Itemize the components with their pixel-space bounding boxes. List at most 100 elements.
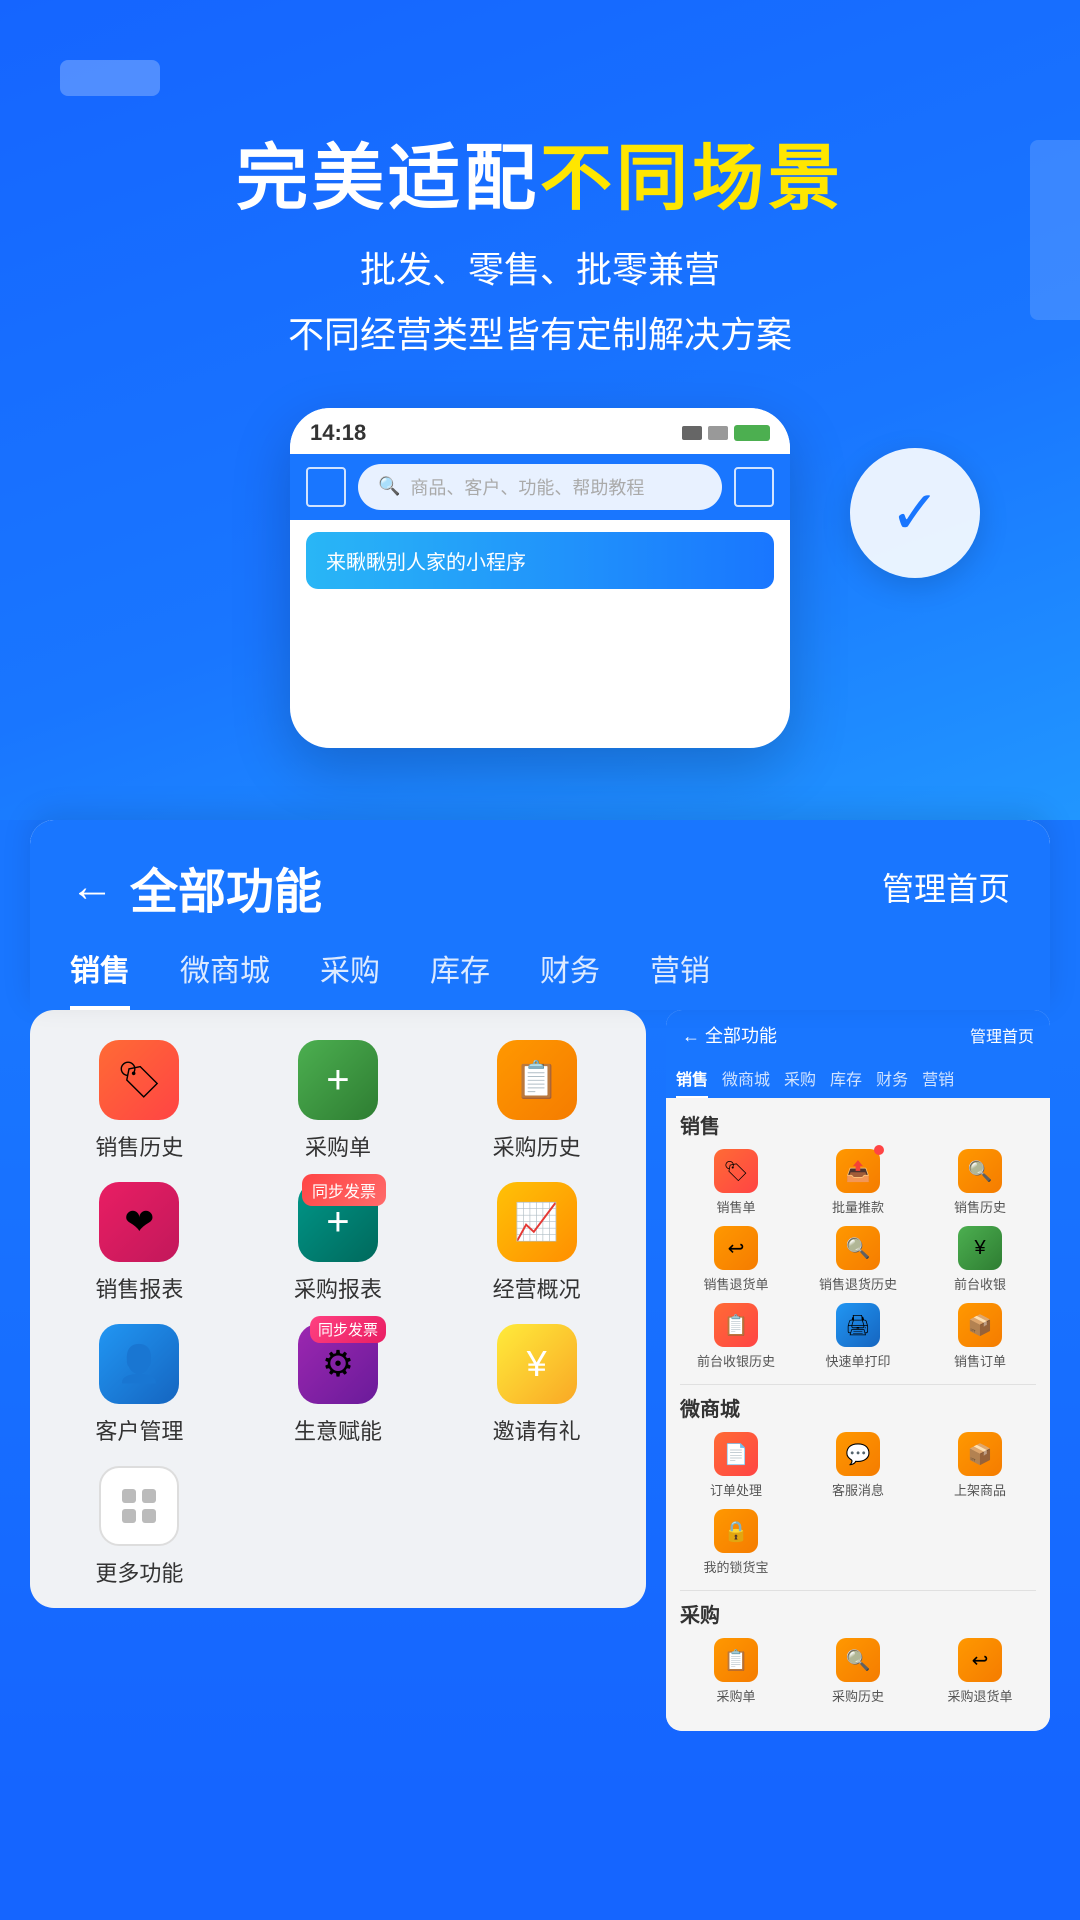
right-list-item[interactable]: 📋 采购单 xyxy=(680,1638,792,1705)
r-order-process-icon: 📄 xyxy=(714,1432,758,1476)
right-panel-header: ← 全部功能 管理首页 xyxy=(666,1010,1050,1060)
business-overview-icon: 📈 xyxy=(497,1182,577,1262)
right-list-item[interactable]: 📦 上架商品 xyxy=(924,1432,1036,1499)
sales-report-icon: ❤ xyxy=(99,1182,179,1262)
headline-sub-line2: 不同经营类型皆有定制解决方案 xyxy=(288,314,792,355)
search-icon: 🔍 xyxy=(378,476,400,497)
right-back-title[interactable]: ← 全部功能 xyxy=(682,1022,777,1048)
r-sales-return-icon: ↩ xyxy=(714,1226,758,1270)
right-tab-inventory[interactable]: 库存 xyxy=(830,1060,862,1098)
right-list-item[interactable]: 🔍 采购历史 xyxy=(802,1638,914,1705)
right-tab-sales[interactable]: 销售 xyxy=(676,1060,708,1098)
main-panel: ← 全部功能 管理首页 销售 微商城 采购 库存 财务 营销 xyxy=(0,820,1080,1010)
r-cashier-label: 前台收银 xyxy=(954,1274,1006,1293)
top-section: 完美适配不同场景 批发、零售、批零兼营 不同经营类型皆有定制解决方案 ✓ 14:… xyxy=(0,0,1080,820)
more-functions-label: 更多功能 xyxy=(95,1556,183,1588)
sales-history-icon: 🏷 xyxy=(99,1040,179,1120)
right-list-item[interactable]: 📋 前台收银历史 xyxy=(680,1303,792,1370)
check-circle: ✓ xyxy=(850,448,980,578)
panel-header: ← 全部功能 管理首页 xyxy=(30,820,1050,922)
right-tabs: 销售 微商城 采购 库存 财务 营销 xyxy=(666,1060,1050,1098)
purchase-history-label: 采购历史 xyxy=(493,1130,581,1162)
right-list-item[interactable]: ↩ 采购退货单 xyxy=(924,1638,1036,1705)
list-item[interactable]: ¥ 邀请有礼 xyxy=(447,1324,626,1446)
right-section-purchase-title: 采购 xyxy=(680,1599,1036,1628)
r-cashier-icon: ¥ xyxy=(958,1226,1002,1270)
list-item[interactable]: 📋 采购历史 xyxy=(447,1040,626,1162)
right-list-item[interactable]: 🖨 快速单打印 xyxy=(802,1303,914,1370)
right-list-item[interactable]: 🔒 我的锁货宝 xyxy=(680,1509,792,1576)
right-tab-finance[interactable]: 财务 xyxy=(876,1060,908,1098)
phone-signal-icon xyxy=(682,426,702,440)
r-purchase-hist-icon: 🔍 xyxy=(836,1638,880,1682)
deco-right xyxy=(1030,140,1080,320)
list-item[interactable]: ⚙ 同步发票 生意赋能 xyxy=(249,1324,428,1446)
r-list-goods-icon: 📦 xyxy=(958,1432,1002,1476)
back-arrow-icon[interactable]: ← xyxy=(70,862,114,912)
right-manage-label[interactable]: 管理首页 xyxy=(970,1023,1034,1047)
r-sales-order-label2: 销售订单 xyxy=(954,1351,1006,1370)
customer-mgmt-icon: 👤 xyxy=(99,1324,179,1404)
list-item[interactable]: 更多功能 xyxy=(50,1466,229,1588)
r-cashier-hist-label: 前台收银历史 xyxy=(697,1351,775,1370)
r-list-goods-label: 上架商品 xyxy=(954,1480,1006,1499)
tab-inventory[interactable]: 库存 xyxy=(430,946,490,1010)
list-item[interactable]: 👤 客户管理 xyxy=(50,1324,229,1446)
r-batch-push-icon: 📤 xyxy=(836,1149,880,1193)
business-enable-icon: ⚙ 同步发票 xyxy=(298,1324,378,1404)
business-enable-label: 生意赋能 xyxy=(294,1414,382,1446)
sales-history-label: 销售历史 xyxy=(95,1130,183,1162)
purchase-order-icon: + xyxy=(298,1040,378,1120)
right-list-item[interactable]: 🏷 销售单 xyxy=(680,1149,792,1216)
right-tab-marketing[interactable]: 营销 xyxy=(922,1060,954,1098)
right-list-item[interactable]: ¥ 前台收银 xyxy=(924,1226,1036,1293)
right-list-item[interactable]: 📦 销售订单 xyxy=(924,1303,1036,1370)
headline-yellow: 不同场景 xyxy=(540,139,844,219)
list-item[interactable]: 📈 经营概况 xyxy=(447,1182,626,1304)
right-list-item[interactable]: 📤 批量推款 xyxy=(802,1149,914,1216)
r-order-process-label: 订单处理 xyxy=(710,1480,762,1499)
right-content: 销售 🏷 销售单 📤 批量推款 🔍 销售历史 xyxy=(666,1098,1050,1731)
list-item[interactable]: + 采购单 xyxy=(249,1040,428,1162)
list-item[interactable]: 🏷 销售历史 xyxy=(50,1040,229,1162)
panel-manage-button[interactable]: 管理首页 xyxy=(882,864,1010,910)
tab-marketing[interactable]: 营销 xyxy=(650,946,710,1010)
right-section-sales-title: 销售 xyxy=(680,1110,1036,1139)
invite-gift-icon: ¥ xyxy=(497,1324,577,1404)
invite-gift-label: 邀请有礼 xyxy=(493,1414,581,1446)
right-list-item[interactable]: 💬 客服消息 xyxy=(802,1432,914,1499)
list-item[interactable]: ❤ 销售报表 xyxy=(50,1182,229,1304)
right-list-item[interactable]: 🔍 销售退货历史 xyxy=(802,1226,914,1293)
dot3 xyxy=(122,1509,136,1523)
phone-search-bar[interactable]: 🔍 商品、客户、功能、帮助教程 xyxy=(358,464,722,510)
right-list-item[interactable]: 🔍 销售历史 xyxy=(924,1149,1036,1216)
headline-sub-line1: 批发、零售、批零兼营 xyxy=(360,249,720,290)
phone-mockup: 14:18 🔍 商品、客户、功能、帮助教程 来瞅瞅别人家的小程序 xyxy=(290,408,790,748)
right-list-item[interactable]: ↩ 销售退货单 xyxy=(680,1226,792,1293)
r-purchase-hist-label: 采购历史 xyxy=(832,1686,884,1705)
tab-finance[interactable]: 财务 xyxy=(540,946,600,1010)
r-sales-history-icon: 🔍 xyxy=(958,1149,1002,1193)
panel-card: ← 全部功能 管理首页 销售 微商城 采购 库存 财务 营销 xyxy=(30,820,1050,1010)
tab-sales[interactable]: 销售 xyxy=(70,946,130,1010)
dot1 xyxy=(122,1489,136,1503)
right-tab-purchase[interactable]: 采购 xyxy=(784,1060,816,1098)
right-tab-wechat[interactable]: 微商城 xyxy=(722,1060,770,1098)
right-divider1 xyxy=(680,1384,1036,1385)
panel-title-group: ← 全部功能 xyxy=(70,852,322,922)
main-icon-grid: 🏷 销售历史 + 采购单 📋 采购历史 ❤ 销 xyxy=(50,1040,626,1588)
r-cashier-hist-icon: 📋 xyxy=(714,1303,758,1347)
tab-purchase[interactable]: 采购 xyxy=(320,946,380,1010)
headline-sub: 批发、零售、批零兼营 不同经营类型皆有定制解决方案 xyxy=(60,238,1020,368)
r-lock-bao-label: 我的锁货宝 xyxy=(703,1557,768,1576)
purchase-report-icon: + 同步发票 xyxy=(298,1182,378,1262)
phone-battery-icon xyxy=(734,425,770,441)
tab-wechat-shop[interactable]: 微商城 xyxy=(180,946,270,1010)
list-item[interactable]: + 同步发票 采购报表 xyxy=(249,1182,428,1304)
right-purchase-grid: 📋 采购单 🔍 采购历史 ↩ 采购退货单 xyxy=(680,1638,1036,1705)
dot4 xyxy=(142,1509,156,1523)
r-quick-print-icon: 🖨 xyxy=(836,1303,880,1347)
r-customer-msg-icon: 💬 xyxy=(836,1432,880,1476)
r-purchase-return-label: 采购退货单 xyxy=(947,1686,1012,1705)
right-list-item[interactable]: 📄 订单处理 xyxy=(680,1432,792,1499)
